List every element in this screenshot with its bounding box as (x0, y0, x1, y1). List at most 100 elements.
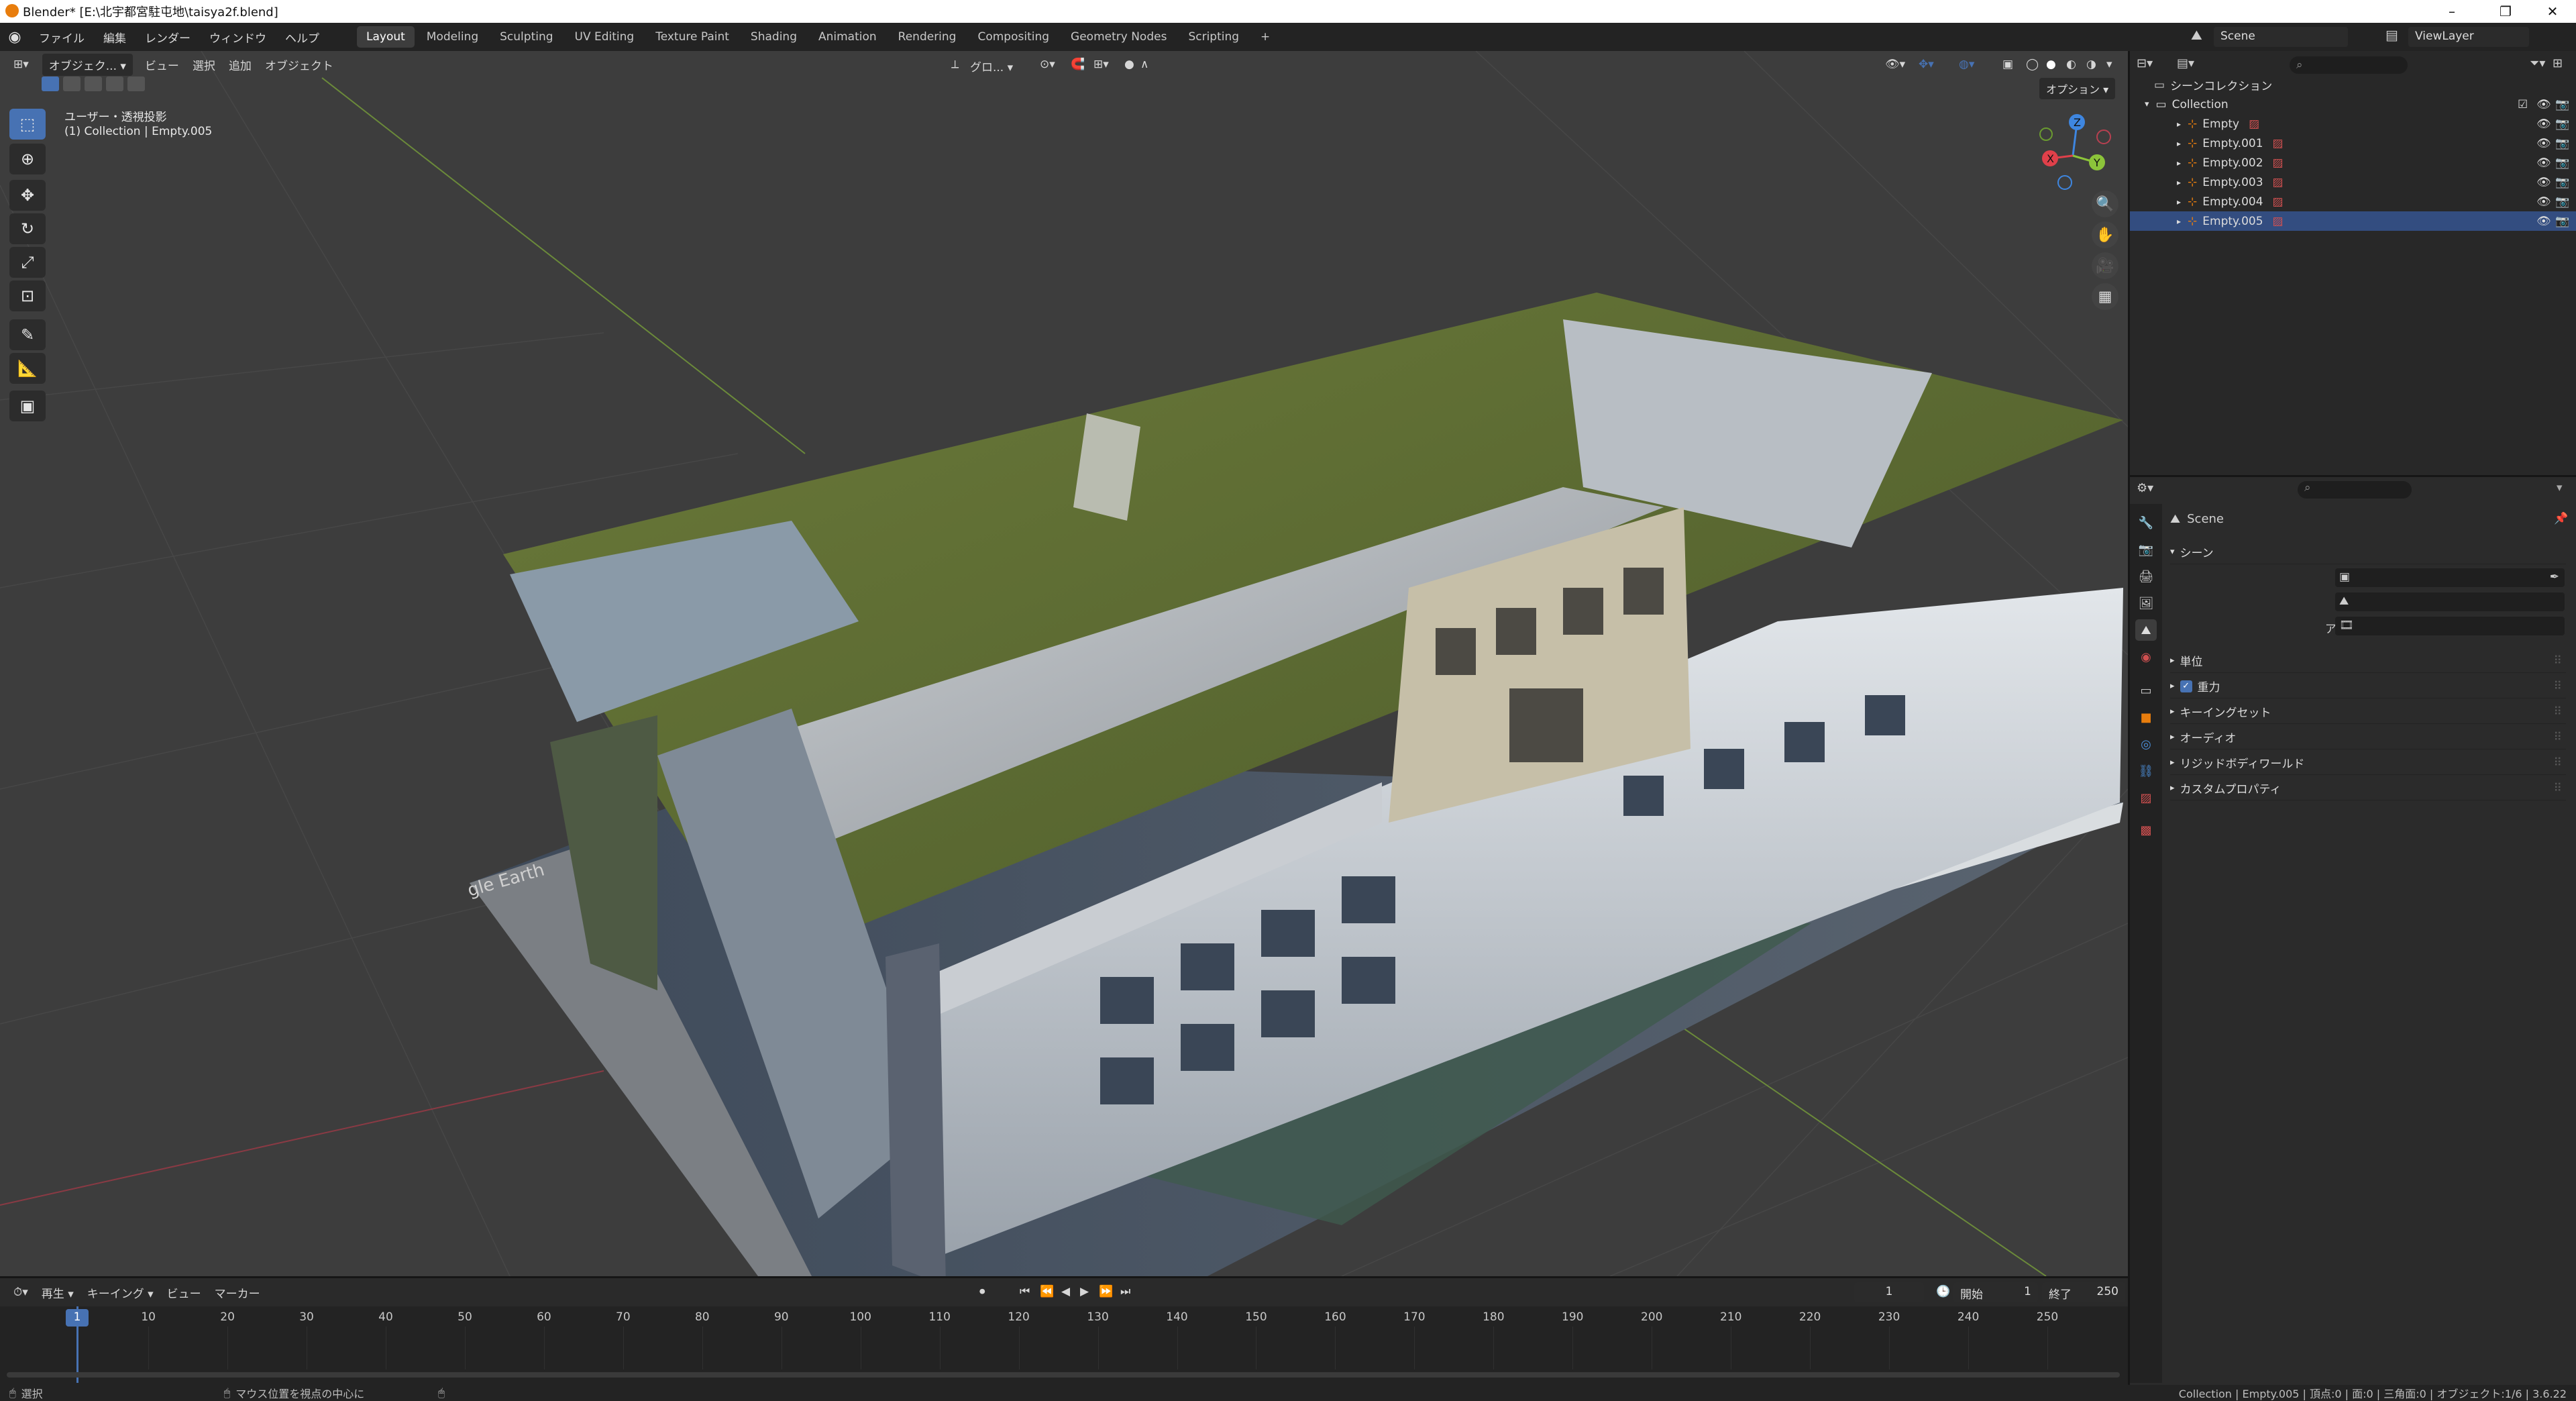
filter-icon[interactable]: ⏷▾ (2530, 56, 2545, 70)
render-camera-icon[interactable]: 📷 (2555, 215, 2569, 228)
properties-subpanel[interactable]: ▸ オーディオ ⠿ (2170, 725, 2566, 749)
properties-subpanel[interactable]: ▸ キーイングセット ⠿ (2170, 700, 2566, 724)
minimize-button[interactable]: – (2428, 0, 2475, 23)
menu-window[interactable]: ウィンドウ (200, 29, 276, 46)
move-tool[interactable]: ✥ (9, 180, 46, 211)
shading-options-icon[interactable]: ▾ (2100, 55, 2119, 74)
perspective-toggle-icon[interactable]: ▦ (2092, 283, 2118, 310)
annotate-tool[interactable]: ✎ (9, 319, 46, 350)
visibility-eye-icon[interactable]: 👁 (2536, 117, 2551, 131)
menu-file[interactable]: ファイル (30, 29, 94, 46)
data-tab-icon[interactable]: ▨ (2135, 787, 2157, 809)
outliner-item-row[interactable]: ▸ ⊹ Empty.003 ▨ 👁 📷 (2130, 172, 2576, 192)
select-mode-extend-icon[interactable] (63, 76, 80, 91)
properties-subpanel[interactable]: ▸ カスタムプロパティ ⠿ (2170, 776, 2566, 800)
drag-handle-icon[interactable]: ⠿ (2554, 782, 2562, 795)
drag-handle-icon[interactable]: ⠿ (2554, 680, 2562, 693)
falloff-icon[interactable]: ∧ (1134, 55, 1155, 74)
3d-viewport[interactable]: gle Earth ⊞▾ オブジェク... ▾ ビュー 選択 追加 オブジェクト… (0, 51, 2128, 1276)
properties-subpanel[interactable]: ▸ ✓ 重力 ⠿ (2170, 674, 2566, 698)
world-tab-icon[interactable]: ◉ (2135, 646, 2157, 668)
expand-arrow-icon[interactable]: ▸ (2177, 119, 2181, 129)
tab-sculpting[interactable]: Sculpting (490, 26, 562, 48)
view-layer-selector[interactable]: ViewLayer (2408, 27, 2529, 47)
background-scene-field[interactable]: ⛰ (2335, 592, 2565, 611)
visibility-eye-icon[interactable]: 👁 (2536, 137, 2551, 150)
tab-animation[interactable]: Animation (809, 26, 886, 48)
constraints-tab-icon[interactable]: ⛓ (2135, 760, 2157, 782)
viewport-menu-select[interactable]: 選択 (186, 54, 222, 76)
properties-options-icon[interactable]: ▾ (2557, 481, 2563, 495)
timeline-ruler[interactable]: 1 10 20 30 40 50 60 70 80 90 100 110 120 130 140 150 160… (0, 1278, 2128, 1386)
render-camera-icon[interactable]: 📷 (2555, 156, 2569, 170)
active-clip-field[interactable]: 🎞 (2335, 617, 2565, 635)
view-layer-tab-icon[interactable]: 🖼 (2135, 592, 2157, 614)
pivot-point-icon[interactable]: ⊙▾ (1033, 55, 1062, 74)
outliner-display-mode-icon[interactable]: ▤▾ (2177, 56, 2194, 70)
transform-tool[interactable]: ⊡ (9, 280, 46, 311)
drag-handle-icon[interactable]: ⠿ (2554, 654, 2562, 668)
select-mode-intersect-icon[interactable] (127, 76, 145, 91)
collection-checkbox-icon[interactable]: ☑ (2518, 98, 2528, 111)
collection-tab-icon[interactable]: ▭ (2135, 680, 2157, 701)
select-mode-new-icon[interactable] (42, 76, 59, 91)
render-tab-icon[interactable]: 📷 (2135, 539, 2157, 560)
close-button[interactable]: ✕ (2529, 0, 2576, 23)
expand-arrow-icon[interactable]: ▸ (2177, 158, 2181, 168)
drag-handle-icon[interactable]: ⠿ (2554, 705, 2562, 719)
tab-shading[interactable]: Shading (741, 26, 806, 48)
object-tab-icon[interactable]: ■ (2135, 707, 2157, 728)
expand-arrow-icon[interactable]: ▸ (2177, 178, 2181, 187)
tab-modeling[interactable]: Modeling (417, 26, 488, 48)
outliner-collection-row[interactable]: ▾ ▭ Collection ☑ 👁 📷 (2130, 95, 2576, 114)
navigation-gizmo[interactable]: Z X Y (2026, 109, 2120, 196)
visibility-eye-icon[interactable]: 👁 (2536, 156, 2551, 170)
properties-search-input[interactable]: ⌕ (2298, 481, 2412, 499)
eyedropper-icon[interactable]: ✒ (2550, 570, 2559, 584)
viewport-options-button[interactable]: オプション ▾ (2039, 78, 2116, 99)
properties-editor-icon[interactable]: ⚙▾ (2137, 481, 2153, 495)
pin-icon[interactable]: 📌 (2554, 512, 2568, 525)
menu-edit[interactable]: 編集 (94, 29, 136, 46)
camera-view-icon[interactable]: 🎥 (2092, 252, 2118, 279)
properties-subpanel[interactable]: ▸ 単位 ⠿ (2170, 649, 2566, 673)
physics-tab-icon[interactable]: ◎ (2135, 733, 2157, 755)
output-tab-icon[interactable]: 🖨 (2135, 566, 2157, 587)
mode-selector[interactable]: オブジェク... ▾ (42, 53, 133, 76)
pan-hand-icon[interactable]: ✋ (2092, 221, 2118, 248)
expand-arrow-icon[interactable]: ▾ (2145, 99, 2149, 109)
add-workspace-button[interactable]: + (1251, 26, 1279, 48)
xray-icon[interactable]: ▣ (1996, 55, 2020, 74)
tab-geometry-nodes[interactable]: Geometry Nodes (1061, 26, 1176, 48)
scene-selector[interactable]: Scene (2214, 27, 2348, 47)
outliner-item-row[interactable]: ▸ ⊹ Empty.001 ▨ 👁 📷 (2130, 134, 2576, 153)
scene-section-header[interactable]: ▾ シーン (2170, 540, 2566, 564)
measure-tool[interactable]: 📐 (9, 353, 46, 384)
tab-compositing[interactable]: Compositing (968, 26, 1059, 48)
texture-tab-icon[interactable]: ▩ (2135, 819, 2157, 841)
viewport-menu-add[interactable]: 追加 (222, 54, 258, 76)
drag-handle-icon[interactable]: ⠿ (2554, 731, 2562, 744)
viewport-menu-view[interactable]: ビュー (138, 54, 186, 76)
blender-menu-icon[interactable]: ◉ (0, 23, 30, 51)
outliner-search-input[interactable]: ⌕ (2290, 56, 2408, 74)
add-cube-tool[interactable]: ▣ (9, 391, 46, 421)
expand-arrow-icon[interactable]: ▸ (2177, 217, 2181, 226)
visibility-eye-icon[interactable]: 👁 (2536, 195, 2551, 209)
scene-tab-icon[interactable]: ⛰ (2135, 619, 2157, 641)
maximize-button[interactable]: ❐ (2482, 0, 2529, 23)
drag-handle-icon[interactable]: ⠿ (2554, 756, 2562, 770)
gravity-checkbox[interactable]: ✓ (2180, 680, 2192, 692)
collection-render-icon[interactable]: 📷 (2555, 98, 2569, 111)
select-mode-invert-icon[interactable] (106, 76, 123, 91)
visibility-icon[interactable]: 👁▾ (1878, 55, 1912, 74)
tab-uv-editing[interactable]: UV Editing (566, 26, 644, 48)
gizmo-toggle-icon[interactable]: ✥▾ (1912, 55, 1941, 74)
tab-layout[interactable]: Layout (357, 26, 415, 48)
properties-subpanel[interactable]: ▸ リジッドボディワールド ⠿ (2170, 751, 2566, 775)
tool-tab-icon[interactable]: 🔧 (2135, 512, 2157, 533)
camera-field[interactable]: ▣ ✒ (2335, 568, 2565, 587)
menu-render[interactable]: レンダー (136, 29, 200, 46)
cursor-tool[interactable]: ⊕ (9, 144, 46, 174)
collection-visibility-icon[interactable]: 👁 (2536, 98, 2551, 111)
